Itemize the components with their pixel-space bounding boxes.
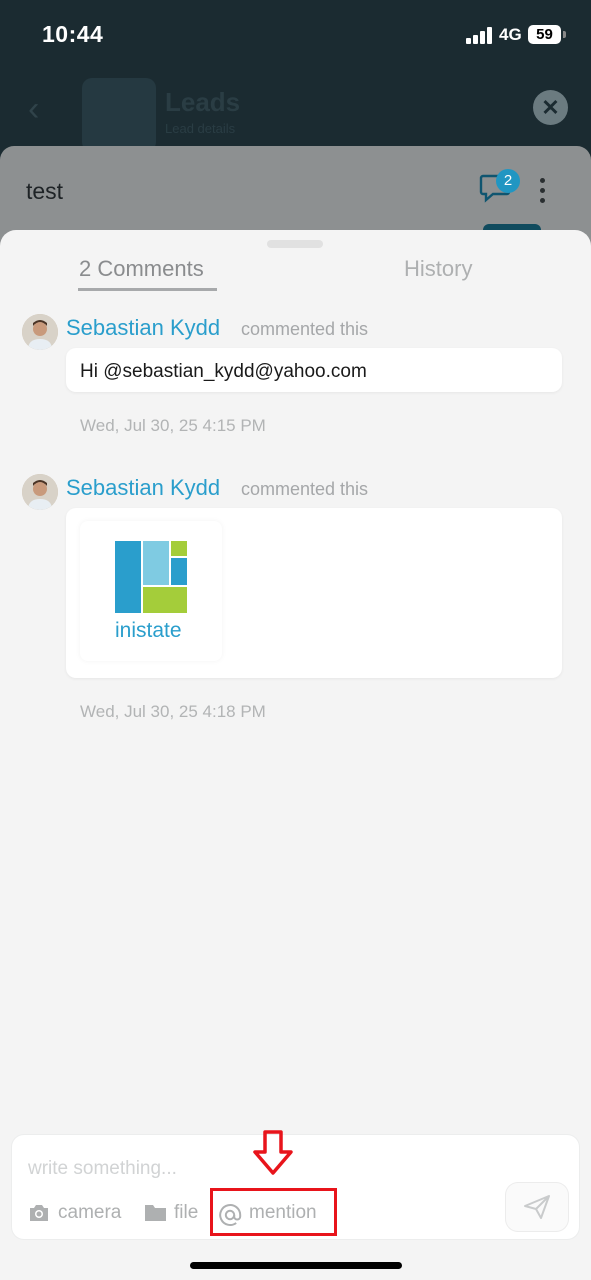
inistate-logo-icon <box>115 541 187 613</box>
drag-handle[interactable] <box>267 240 323 248</box>
camera-icon <box>30 1205 48 1221</box>
tab-comments[interactable]: 2 Comments <box>79 256 204 282</box>
comment-count-badge: 2 <box>496 169 520 193</box>
background-title: Leads <box>165 87 241 117</box>
active-tab-underline <box>78 288 217 291</box>
comment-input[interactable]: write something... <box>28 1158 177 1180</box>
close-icon[interactable]: ✕ <box>533 90 568 125</box>
avatar <box>22 314 58 350</box>
tab-history[interactable]: History <box>404 256 472 282</box>
lead-thumbnail <box>82 78 156 152</box>
folder-icon <box>145 1205 166 1221</box>
home-indicator[interactable] <box>190 1262 402 1269</box>
back-icon: ‹ <box>28 90 40 128</box>
highlight-box <box>210 1188 337 1236</box>
status-bar: 10:44 4G 59 <box>0 0 591 70</box>
comment-text: Hi @sebastian_kydd@yahoo.com <box>80 361 367 382</box>
background-subtitle: Lead details <box>165 121 236 136</box>
comment-author[interactable]: Sebastian Kydd <box>66 475 220 501</box>
comment-author[interactable]: Sebastian Kydd <box>66 315 220 341</box>
file-button[interactable]: file <box>174 1202 198 1224</box>
status-time: 10:44 <box>42 21 104 47</box>
send-button[interactable] <box>506 1183 568 1231</box>
camera-button[interactable]: camera <box>58 1202 121 1224</box>
comment-action: commented this <box>241 319 369 339</box>
battery-tip <box>563 31 566 38</box>
send-icon <box>524 1195 550 1219</box>
avatar <box>22 474 58 510</box>
signal-icon <box>466 27 494 44</box>
attachment-logo-text: inistate <box>115 619 182 642</box>
comment-timestamp: Wed, Jul 30, 25 4:15 PM <box>80 416 266 435</box>
comment-action: commented this <box>241 479 369 499</box>
comment-timestamp: Wed, Jul 30, 25 4:18 PM <box>80 702 266 721</box>
battery-icon: 59 <box>528 25 561 44</box>
more-options-icon[interactable] <box>540 178 546 204</box>
arrow-down-icon <box>253 1130 293 1175</box>
record-title: test <box>26 178 64 204</box>
network-type: 4G <box>499 25 522 44</box>
